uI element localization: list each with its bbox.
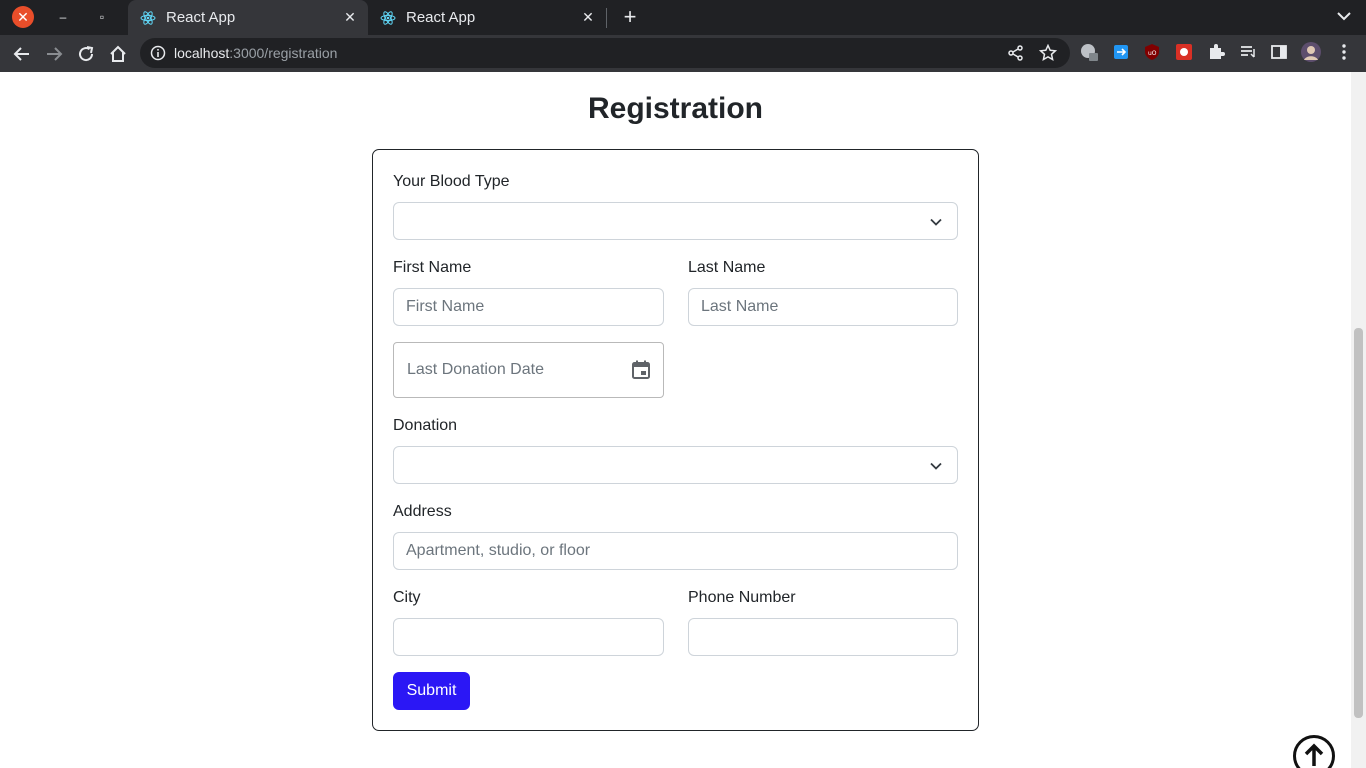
page-title: Registration [587,92,764,125]
last-donation-date-input[interactable]: Last Donation Date [393,342,664,398]
address-label: Address [393,503,452,520]
last-donation-placeholder: Last Donation Date [407,361,544,378]
url-path: :3000/registration [229,45,338,61]
donation-label: Donation [393,417,458,434]
calendar-icon[interactable] [630,359,652,381]
chevron-down-icon [930,218,942,226]
city-label: City [393,589,421,606]
react-icon [140,10,156,25]
city-input[interactable] [393,618,664,656]
react-icon [380,10,396,25]
share-icon[interactable] [1007,44,1025,62]
profile-avatar[interactable] [1301,42,1321,62]
tab-close-icon[interactable]: ✕ [578,9,598,26]
tab-react-app[interactable]: React App ✕ [368,0,606,35]
address-bar[interactable]: localhost:3000/registration [140,38,1070,68]
browser-tab-bar: ✕ – ▫ React App ✕ React App ✕ + [0,0,1366,35]
svg-text:uO: uO [1148,50,1157,57]
last-name-placeholder: Last Name [701,298,779,315]
browser-toolbar: localhost:3000/registration uO [0,35,1366,72]
new-tab-icon[interactable]: + [618,5,642,29]
tab-react-app-active[interactable]: React App ✕ [128,0,368,35]
close-window-icon[interactable]: ✕ [12,6,34,28]
first-name-placeholder: First Name [406,298,485,315]
puzzle-icon[interactable] [1207,43,1225,61]
home-icon[interactable] [106,42,130,66]
reload-icon[interactable] [74,42,98,66]
bookmark-star-icon[interactable] [1039,44,1057,62]
extension-icon[interactable] [1080,43,1098,61]
side-panel-icon[interactable] [1270,43,1288,61]
submit-button[interactable]: Submit [393,672,470,710]
page-viewport: Registration Your Blood Type First Name … [0,72,1366,768]
restore-icon[interactable]: ▫ [91,6,113,28]
address-placeholder: Apartment, studio, or floor [406,542,591,559]
page-scrollbar[interactable] [1351,72,1366,768]
url-text: localhost:3000/registration [174,45,337,61]
scrollbar-thumb[interactable] [1354,328,1363,718]
tab-divider [606,8,607,28]
chevron-down-icon [930,462,942,470]
url-host: localhost [174,45,230,61]
tab-title: React App [406,9,476,26]
first-name-input[interactable]: First Name [393,288,664,326]
tab-close-icon[interactable]: ✕ [340,9,360,26]
phone-number-input[interactable] [688,618,958,656]
blood-type-select[interactable] [393,202,958,240]
last-name-label: Last Name [688,259,766,276]
chevron-down-icon[interactable] [1334,6,1354,26]
extension-icon[interactable] [1112,43,1130,61]
reading-list-icon[interactable] [1239,43,1257,61]
donation-select[interactable] [393,446,958,484]
first-name-label: First Name [393,259,472,276]
phone-number-label: Phone Number [688,589,796,606]
kebab-menu-icon[interactable] [1335,43,1353,61]
extension-icon[interactable] [1175,43,1193,61]
minimize-icon[interactable]: – [52,6,74,28]
tab-title: React App [166,9,236,26]
back-icon[interactable] [10,42,34,66]
info-icon[interactable] [150,45,166,61]
address-input[interactable]: Apartment, studio, or floor [393,532,958,570]
extension-icon[interactable]: uO [1143,43,1161,61]
forward-icon[interactable] [42,42,66,66]
registration-form: Your Blood Type First Name First Name La… [372,149,979,731]
blood-type-label: Your Blood Type [393,173,510,190]
arrow-up-circle-icon[interactable] [1293,735,1335,768]
last-name-input[interactable]: Last Name [688,288,958,326]
